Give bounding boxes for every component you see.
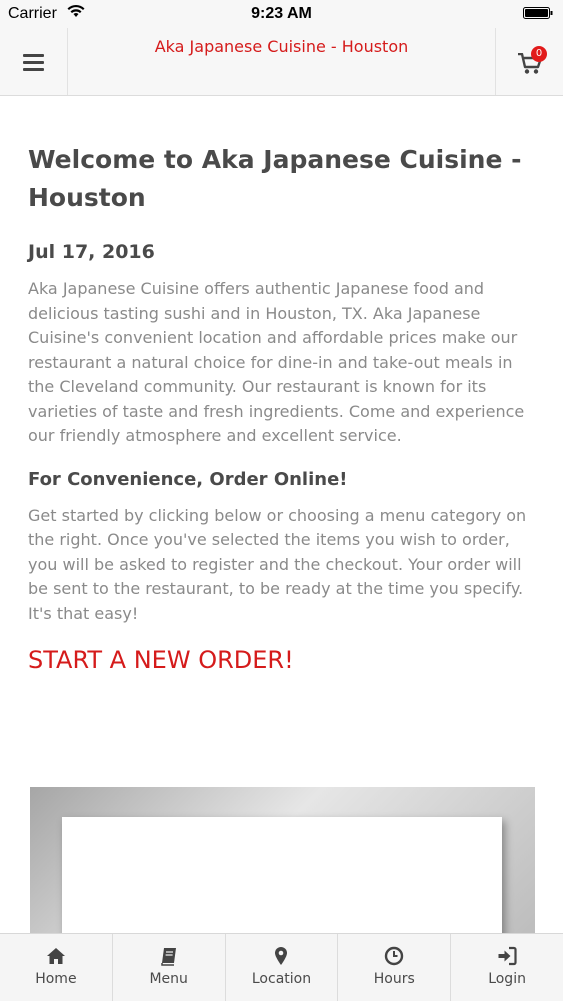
intro-paragraph: Aka Japanese Cuisine offers authentic Ja…: [28, 279, 525, 445]
menu-button[interactable]: [0, 28, 68, 95]
nav-bar: Aka Japanese Cuisine - Houston 0: [0, 28, 563, 96]
tab-menu[interactable]: Menu: [113, 934, 226, 1001]
status-time: 9:23 AM: [251, 5, 312, 22]
tab-login[interactable]: Login: [451, 934, 563, 1001]
main-content: Welcome to Aka Japanese Cuisine - Housto…: [28, 112, 538, 674]
battery-icon: [523, 7, 553, 19]
order-online-heading: For Convenience, Order Online!: [28, 468, 348, 490]
tab-label-home: Home: [35, 971, 77, 987]
tab-label-menu: Menu: [149, 971, 188, 987]
tab-home[interactable]: Home: [0, 934, 113, 1001]
home-icon: [46, 948, 65, 964]
status-bar: Carrier 9:23 AM: [0, 0, 563, 28]
instructions-paragraph: Get started by clicking below or choosin…: [28, 505, 527, 623]
clock-icon: [385, 946, 404, 966]
post-date: Jul 17, 2016: [28, 241, 155, 263]
promo-banner: [30, 787, 535, 957]
tab-hours[interactable]: Hours: [338, 934, 452, 1001]
welcome-heading: Welcome to Aka Japanese Cuisine - Housto…: [28, 145, 522, 212]
cart-button[interactable]: 0: [495, 28, 563, 95]
hamburger-icon: [23, 54, 44, 71]
cart-count-badge: 0: [531, 46, 547, 62]
login-icon: [498, 946, 517, 966]
tab-bar: Home Menu Location Hours Login: [0, 933, 563, 1001]
tab-location[interactable]: Location: [226, 934, 339, 1001]
map-pin-icon: [275, 947, 288, 965]
page-title: Aka Japanese Cuisine - Houston: [154, 37, 409, 56]
tab-label-login: Login: [488, 971, 526, 987]
start-order-link[interactable]: START A NEW ORDER!: [28, 646, 538, 674]
tab-label-hours: Hours: [373, 971, 415, 987]
tab-label-location: Location: [251, 971, 312, 987]
book-icon: [160, 948, 176, 966]
